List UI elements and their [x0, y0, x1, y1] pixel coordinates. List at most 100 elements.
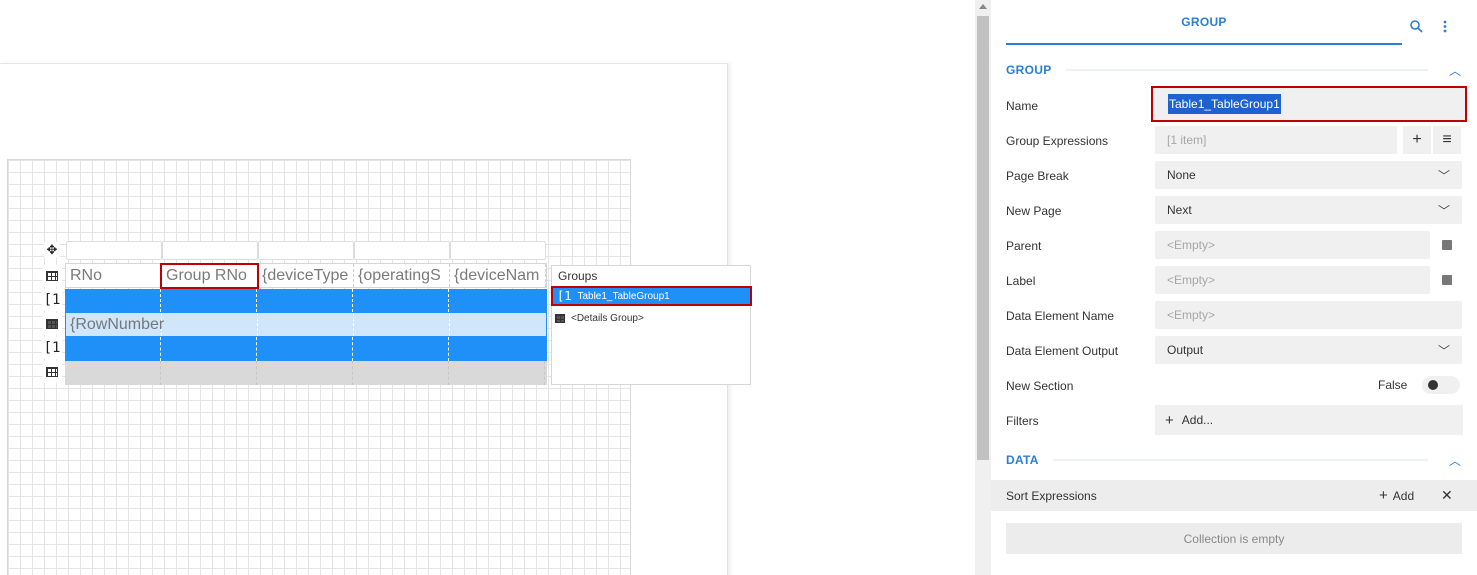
- expression-editor-icon[interactable]: [1442, 240, 1452, 250]
- table-cell[interactable]: [353, 361, 449, 385]
- report-designer: ✥ [1 [1 RNo Group RNo {deviceType {opera…: [0, 0, 1477, 575]
- table-cell[interactable]: [449, 337, 545, 361]
- group-section-header[interactable]: GROUP ︿: [1006, 60, 1462, 80]
- footer-row-handle[interactable]: [42, 361, 62, 383]
- section-title: DATA: [1006, 453, 1039, 467]
- group-item-details[interactable]: <Details Group>: [551, 308, 752, 328]
- selected-cell-highlight: [160, 263, 259, 289]
- toggle-knob: [1428, 380, 1438, 390]
- sort-add-button[interactable]: + Add: [1379, 487, 1414, 504]
- table-cell[interactable]: [257, 361, 353, 385]
- new-page-select[interactable]: Next ﹀: [1155, 196, 1462, 224]
- column-handle-2[interactable]: [162, 241, 258, 260]
- data-element-name-field[interactable]: <Empty>: [1155, 301, 1462, 329]
- search-icon[interactable]: [1410, 20, 1423, 36]
- properties-panel: GROUP GROUP ︿ Name Table1_TableGroup1 Gr…: [991, 0, 1477, 575]
- vertical-scrollbar[interactable]: [975, 0, 991, 575]
- table-cell[interactable]: [354, 313, 450, 336]
- group-expressions-field[interactable]: [1 item]: [1155, 126, 1397, 154]
- page-break-select[interactable]: None ﹀: [1155, 161, 1462, 189]
- label-field[interactable]: <Empty>: [1155, 266, 1430, 294]
- table-footer-row: [65, 361, 547, 385]
- detail-row: {RowNumber: [65, 312, 547, 337]
- table-cell[interactable]: RNo: [66, 264, 162, 287]
- column-handle-5[interactable]: [450, 241, 546, 260]
- table-detail-icon: [46, 319, 58, 329]
- new-section-value: False: [1378, 378, 1408, 392]
- group-item-table-group1[interactable]: [1 Table1_TableGroup1: [551, 286, 752, 306]
- page-break-label: Page Break: [1006, 169, 1069, 183]
- plus-icon: +: [1379, 487, 1388, 504]
- table-cell[interactable]: [65, 289, 161, 312]
- group-header-row-handle[interactable]: [1: [42, 289, 62, 311]
- table-cell[interactable]: {RowNumber: [66, 313, 164, 336]
- table-cell[interactable]: [449, 361, 545, 385]
- design-surface: ✥ [1 [1 RNo Group RNo {deviceType {opera…: [0, 0, 975, 575]
- parent-label: Parent: [1006, 239, 1042, 253]
- column-handle-4[interactable]: [354, 241, 450, 260]
- table-cell[interactable]: {operatingS: [354, 264, 450, 287]
- new-page-label: New Page: [1006, 204, 1062, 218]
- group-footer-row-handle[interactable]: [1: [42, 337, 62, 359]
- empty-collection-message: Collection is empty: [1006, 523, 1462, 554]
- detail-row-handle[interactable]: [42, 313, 62, 335]
- table-cell[interactable]: [450, 313, 546, 336]
- new-section-toggle[interactable]: [1422, 376, 1460, 394]
- data-element-name-label: Data Element Name: [1006, 309, 1115, 323]
- move-icon[interactable]: ✥: [44, 242, 60, 258]
- sort-add-label: Add: [1392, 488, 1415, 503]
- group-bracket-icon: [1: [43, 292, 61, 308]
- filters-label: Filters: [1006, 414, 1039, 428]
- name-label: Name: [1006, 99, 1039, 113]
- table-cell[interactable]: {deviceNam: [450, 264, 546, 287]
- tab-group[interactable]: GROUP: [1006, 0, 1402, 45]
- plus-icon[interactable]: +: [1403, 126, 1431, 154]
- group-bracket-icon: [1: [43, 340, 61, 356]
- column-handle-1[interactable]: [66, 241, 162, 260]
- table-cell[interactable]: [65, 361, 161, 385]
- parent-field[interactable]: <Empty>: [1155, 231, 1430, 259]
- page-break-value: None: [1167, 168, 1196, 182]
- name-field[interactable]: Table1_TableGroup1: [1151, 86, 1467, 122]
- chevron-down-icon: ﹀: [1437, 204, 1450, 218]
- label-label: Label: [1006, 274, 1036, 288]
- table-header-icon: [46, 271, 58, 281]
- table-cell[interactable]: [65, 337, 161, 361]
- table-cell[interactable]: [161, 361, 257, 385]
- table-cell[interactable]: [161, 337, 257, 361]
- chevron-up-icon[interactable]: ︿: [1448, 452, 1462, 469]
- table-cell[interactable]: [353, 337, 449, 361]
- table-cell[interactable]: [162, 313, 258, 336]
- table-cell[interactable]: [257, 337, 353, 361]
- filters-add-button[interactable]: + Add...: [1155, 405, 1463, 435]
- data-section-header[interactable]: DATA ︿: [1006, 450, 1462, 470]
- menu-icon[interactable]: ≡: [1433, 126, 1461, 154]
- header-row-handle[interactable]: [42, 265, 62, 287]
- column-handle-3[interactable]: [258, 241, 354, 260]
- sort-expressions-label: Sort Expressions: [1006, 488, 1097, 503]
- group-item-label: <Details Group>: [571, 312, 644, 324]
- panel-tabbar: GROUP: [991, 0, 1477, 48]
- data-element-output-value: Output: [1167, 343, 1204, 357]
- more-vertical-icon[interactable]: [1443, 20, 1447, 36]
- expression-editor-icon[interactable]: [1442, 275, 1452, 285]
- table-cell[interactable]: [258, 313, 354, 336]
- table-cell[interactable]: {deviceType: [258, 264, 354, 287]
- sort-expressions-bar: Sort Expressions + Add ✕: [991, 480, 1477, 511]
- table-cell[interactable]: [353, 289, 449, 312]
- data-element-output-select[interactable]: Output ﹀: [1155, 336, 1462, 364]
- table-footer-icon: [46, 367, 58, 377]
- table-cell[interactable]: [257, 289, 353, 312]
- section-divider: [1052, 459, 1428, 461]
- groups-panel-title: Groups: [558, 269, 598, 283]
- table-cell[interactable]: [161, 289, 257, 312]
- scrollbar-thumb[interactable]: [977, 16, 989, 460]
- chevron-up-icon[interactable]: ︿: [1448, 62, 1462, 79]
- table-cell[interactable]: [449, 289, 545, 312]
- group-item-label: Table1_TableGroup1: [577, 290, 670, 302]
- close-icon[interactable]: ✕: [1441, 487, 1453, 504]
- section-title: GROUP: [1006, 63, 1052, 77]
- new-section-label: New Section: [1006, 379, 1074, 393]
- scroll-up-icon[interactable]: [979, 4, 987, 9]
- table-icon: [555, 313, 565, 323]
